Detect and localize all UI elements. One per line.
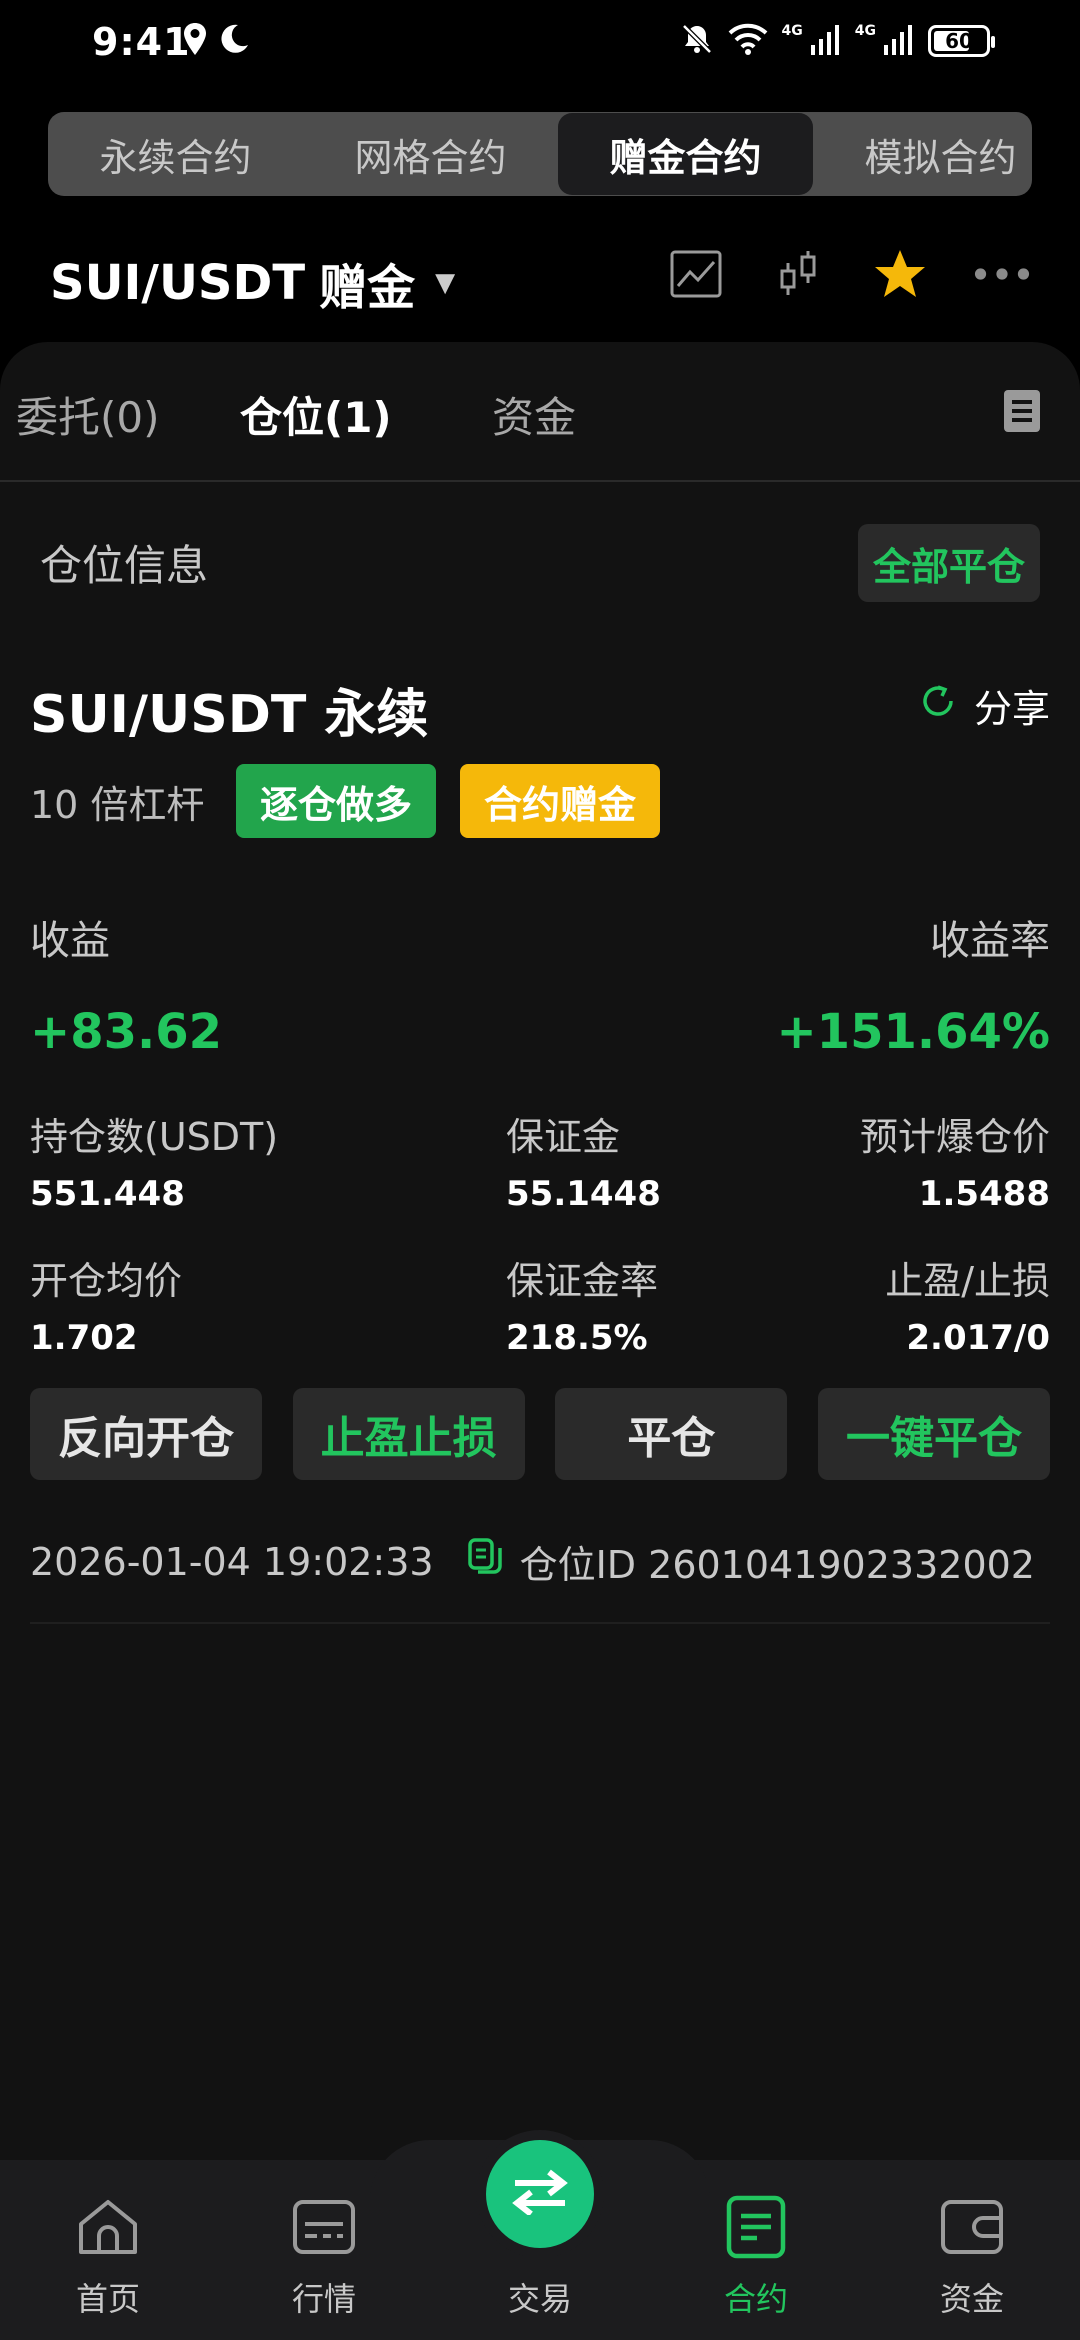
position-name: SUI/USDT 永续 [30, 685, 429, 745]
margin-ratio-label: 保证金率 [506, 1259, 659, 1303]
status-icons-right: 4G 4G 60 [680, 22, 995, 60]
more-icon[interactable] [974, 246, 1030, 302]
nav-market[interactable]: 行情 [264, 2194, 384, 2320]
status-time: 9:41 [92, 20, 191, 64]
contract-type-tabs: 永续合约 网格合约 赠金合约 模拟合约 [48, 112, 1032, 196]
pair-tag: 赠金 [319, 260, 416, 316]
tpsl-value: 2.017/0 [906, 1318, 1050, 1358]
signal-icon [884, 23, 914, 59]
home-icon [75, 2194, 141, 2268]
location-icon [182, 22, 208, 60]
divider [30, 1622, 1050, 1624]
side-badge: 逐仓做多 [236, 764, 436, 838]
position-timestamp: 2026-01-04 19:02:33 [30, 1539, 434, 1584]
margin-label: 保证金 [506, 1115, 621, 1159]
wallet-icon [939, 2194, 1005, 2268]
tab-bonus[interactable]: 赠金合约 [558, 113, 813, 195]
nav-market-label: 行情 [291, 2280, 356, 2318]
swap-icon [511, 2169, 569, 2219]
roi-value: +151.64% [776, 1004, 1050, 1060]
section-title: 仓位信息 [40, 541, 209, 590]
position-meta: 2026-01-04 19:02:33 仓位ID 260104190233200… [30, 1534, 1050, 1589]
pair-header: SUI/USDT 赠金 ▼ [0, 236, 1080, 326]
trade-button[interactable] [486, 2140, 594, 2248]
positions-panel: 委托(0) 仓位(1) 资金 仓位信息 全部平仓 SUI/USDT 永续 分享 … [0, 342, 1080, 2162]
share-label: 分享 [973, 687, 1050, 731]
sub-tabs: 委托(0) 仓位(1) 资金 [0, 342, 1080, 482]
bell-off-icon [680, 22, 714, 60]
position-actions: 反向开仓 止盈止损 平仓 一键平仓 [30, 1388, 1050, 1480]
margin-ratio-value: 218.5% [506, 1318, 648, 1358]
contract-icon [723, 2194, 789, 2268]
moon-icon [218, 23, 250, 59]
tab-perpetual[interactable]: 永续合约 [48, 112, 303, 196]
nav-contract-label: 合约 [723, 2280, 788, 2318]
signal-icon [810, 23, 841, 59]
reverse-open-button[interactable]: 反向开仓 [30, 1388, 262, 1480]
tab-grid[interactable]: 网格合约 [303, 112, 558, 196]
nav-funds[interactable]: 资金 [912, 2194, 1032, 2320]
quick-close-button[interactable]: 一键平仓 [817, 1388, 1050, 1480]
entry-price-value: 1.702 [30, 1318, 138, 1358]
nav-home[interactable]: 首页 [48, 2194, 168, 2320]
chart-icon[interactable] [668, 246, 724, 302]
wifi-icon [728, 23, 768, 59]
market-icon [291, 2194, 357, 2268]
position-id: 仓位ID 2601041902332002 [519, 1543, 1035, 1587]
liq-price-label: 预计爆仓价 [859, 1115, 1050, 1159]
share-button[interactable]: 分享 [918, 678, 1050, 733]
pair-actions [668, 246, 1030, 302]
pair-selector[interactable]: SUI/USDT 赠金 ▼ [50, 248, 455, 318]
roi-label: 收益率 [930, 918, 1050, 964]
nav-contract[interactable]: 合约 [696, 2194, 816, 2320]
close-all-button[interactable]: 全部平仓 [858, 524, 1040, 602]
network-label-2: 4G [854, 23, 876, 39]
nav-funds-label: 资金 [939, 2280, 1004, 2318]
bottom-nav: 首页 行情 交易 合约 资金 [0, 2140, 1080, 2340]
size-value: 551.448 [30, 1174, 185, 1214]
candlestick-icon[interactable] [770, 246, 826, 302]
status-bar: 9:41 4G 4G 60 [0, 0, 1080, 90]
liq-price-value: 1.5488 [918, 1174, 1050, 1214]
star-icon[interactable] [872, 246, 928, 302]
caret-down-icon: ▼ [435, 268, 456, 298]
tab-demo[interactable]: 模拟合约 [813, 112, 1032, 196]
leverage-label: 10 倍杠杆 [30, 783, 205, 827]
pnl-label: 收益 [30, 918, 110, 964]
tpsl-button[interactable]: 止盈止损 [292, 1388, 525, 1480]
pnl-value: +83.62 [30, 1004, 223, 1060]
margin-value: 55.1448 [506, 1174, 661, 1214]
battery-icon: 60 [928, 25, 995, 57]
status-icons-left [182, 22, 250, 60]
tab-orders[interactable]: 委托(0) [16, 384, 160, 445]
tab-positions[interactable]: 仓位(1) [240, 384, 392, 445]
tpsl-label: 止盈/止损 [885, 1259, 1050, 1303]
nav-home-label: 首页 [75, 2280, 140, 2318]
document-icon[interactable] [1004, 390, 1040, 432]
battery-level: 60 [945, 29, 973, 53]
nav-trade[interactable]: 交易 [480, 2274, 600, 2320]
copy-icon[interactable] [467, 1538, 502, 1585]
network-label-1: 4G [781, 23, 803, 39]
nav-trade-label: 交易 [507, 2280, 572, 2318]
share-icon [918, 681, 958, 730]
entry-price-label: 开仓均价 [30, 1259, 183, 1303]
pair-symbol: SUI/USDT [50, 255, 306, 311]
close-position-button[interactable]: 平仓 [555, 1388, 788, 1480]
tab-funds[interactable]: 资金 [492, 384, 576, 445]
size-label: 持仓数(USDT) [30, 1115, 279, 1159]
bonus-badge: 合约赠金 [460, 764, 660, 838]
